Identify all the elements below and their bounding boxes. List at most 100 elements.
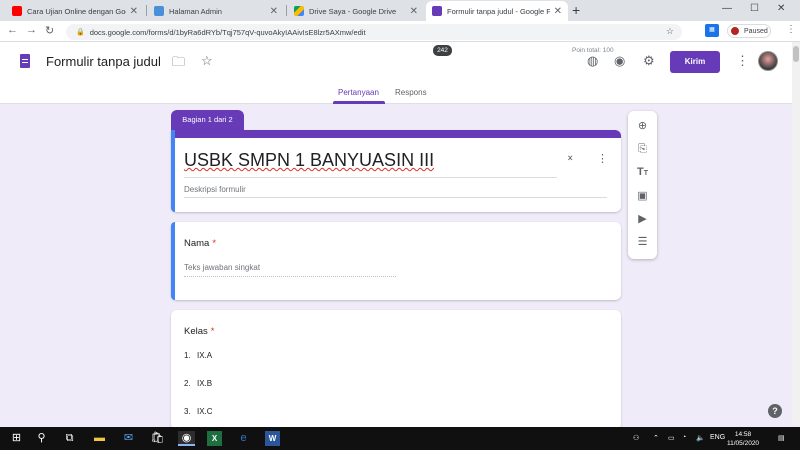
window-close-icon[interactable]: ✕ <box>777 3 785 14</box>
active-card-accent <box>171 130 175 212</box>
browser-tab-title: Formulir tanpa judul - Google Fo <box>447 6 550 16</box>
url-bar[interactable]: 🔒 docs.google.com/forms/d/1byRa6dRYb/Tqj… <box>66 24 682 40</box>
google-forms-icon <box>432 6 442 16</box>
clock-time: 14:58 <box>734 431 752 438</box>
more-options-icon[interactable]: ⋮ <box>597 152 608 165</box>
avatar[interactable] <box>758 51 778 71</box>
store-icon[interactable]: 🛍 <box>150 431 165 446</box>
active-card-accent <box>171 222 175 300</box>
volume-icon[interactable]: 🔈 <box>696 434 705 442</box>
add-video-icon[interactable]: ▶ <box>635 212 650 227</box>
answer-underline <box>184 276 396 277</box>
add-question-icon[interactable]: ⊕ <box>635 119 650 134</box>
scrollbar-thumb[interactable] <box>793 46 799 62</box>
browser-tab[interactable]: Halaman Admin ✕ <box>148 1 284 21</box>
close-icon[interactable]: ✕ <box>554 6 562 17</box>
list-item[interactable]: 1. IX.A <box>184 351 212 360</box>
divider <box>184 177 557 178</box>
forms-tabs: Pertanyaan Respons <box>0 84 800 104</box>
browser-tab-active[interactable]: Formulir tanpa judul - Google Fo ✕ <box>426 1 568 21</box>
help-icon[interactable]: ? <box>768 404 782 418</box>
more-options-icon[interactable]: ⋮ <box>736 53 749 69</box>
browser-menu-icon[interactable]: ⋮ <box>786 24 796 35</box>
doc-title[interactable]: Formulir tanpa judul <box>46 54 161 69</box>
notification-icon[interactable]: ▤ <box>778 434 785 442</box>
search-icon[interactable]: ⚲ <box>34 431 49 446</box>
bookmark-star-icon[interactable]: ☆ <box>666 26 674 37</box>
excel-icon[interactable]: X <box>207 431 222 446</box>
import-questions-icon[interactable]: ⎘ <box>635 142 650 157</box>
close-icon[interactable]: ✕ <box>410 6 418 17</box>
active-tab-indicator <box>333 101 385 104</box>
file-explorer-icon[interactable]: ▬ <box>92 431 107 446</box>
close-icon[interactable]: ✕ <box>270 6 278 17</box>
collapse-icon[interactable]: ⌄ ⌃ <box>566 151 574 168</box>
word-icon[interactable]: W <box>265 431 280 446</box>
system-clock[interactable]: 14:58 11/05/2020 <box>727 430 759 448</box>
lock-icon: 🔒 <box>76 29 85 36</box>
preview-eye-icon[interactable]: ◉ <box>614 53 625 69</box>
profile-button[interactable]: Paused <box>727 24 771 38</box>
task-view-icon[interactable]: ⧉ <box>62 431 77 446</box>
battery-icon[interactable]: ▭ <box>668 434 675 442</box>
windows-taskbar: ⊞ ⚲ ⧉ ▬ ✉ 🛍 ◉ X e W ⚇ ⌃ ▭ ◔ 🔈 ENG 14:58 … <box>0 427 800 450</box>
star-icon[interactable]: ☆ <box>201 53 213 69</box>
folder-icon[interactable]: 🗀 <box>172 53 185 75</box>
back-icon[interactable]: ← <box>7 24 18 36</box>
option-label: IX.A <box>197 351 213 360</box>
form-title[interactable]: USBK SMPN 1 BANYUASIN III <box>184 150 434 171</box>
network-icon[interactable]: ◔ <box>682 434 686 441</box>
question-title-text: Nama <box>184 238 210 249</box>
google-drive-icon <box>294 6 304 16</box>
browser-tab[interactable]: Cara Ujian Online dengan Googl ✕ <box>6 1 144 21</box>
browser-tab-title: Halaman Admin <box>169 6 222 16</box>
edge-icon[interactable]: e <box>236 431 251 446</box>
option-number: 2. <box>184 379 191 388</box>
question-title: Nama * <box>184 238 216 249</box>
profile-status: Paused <box>744 27 768 35</box>
list-item[interactable]: 2. IX.B <box>184 379 212 388</box>
new-tab-icon[interactable]: + <box>572 2 580 18</box>
required-mark: * <box>212 238 217 249</box>
reload-icon[interactable]: ↻ <box>45 24 54 37</box>
windows-start-icon[interactable]: ⊞ <box>9 431 24 446</box>
option-label: IX.C <box>197 407 213 416</box>
avatar <box>730 26 740 36</box>
language-indicator[interactable]: ENG <box>710 434 725 441</box>
mail-icon[interactable]: ✉ <box>121 431 136 446</box>
add-image-icon[interactable]: ▣ <box>635 189 650 204</box>
send-button[interactable]: Kirim <box>670 51 720 73</box>
admin-page-icon <box>154 6 164 16</box>
add-section-icon[interactable]: ☰ <box>635 235 650 250</box>
list-item[interactable]: 3. IX.C <box>184 407 213 416</box>
extension-icon[interactable]: ▦ <box>705 24 719 37</box>
chevron-up-icon[interactable]: ⌃ <box>653 434 659 442</box>
option-label: IX.B <box>197 379 213 388</box>
settings-gear-icon[interactable]: ⚙ <box>643 53 655 69</box>
points-total: Poin total: 100 <box>572 47 614 54</box>
tab-responses[interactable]: Respons <box>395 88 427 97</box>
question-card-class[interactable]: Kelas * 1. IX.A 2. IX.B 3. IX.C <box>171 310 621 430</box>
forms-header: Formulir tanpa judul 🗀 ☆ ◍ ◉ ⚙ Kirim ⋮ P… <box>0 42 800 104</box>
close-icon[interactable]: ✕ <box>130 6 138 17</box>
scrollbar[interactable] <box>792 42 800 425</box>
people-icon[interactable]: ⚇ <box>633 434 639 442</box>
forward-icon[interactable]: → <box>26 24 37 36</box>
google-forms-logo-icon[interactable] <box>20 54 30 68</box>
divider <box>184 197 607 198</box>
form-description[interactable]: Deskripsi formulir <box>184 185 246 194</box>
browser-tab-strip: Cara Ujian Online dengan Googl ✕ Halaman… <box>0 0 800 21</box>
maximize-icon[interactable]: ☐ <box>750 3 759 14</box>
required-mark: * <box>210 326 215 337</box>
question-card-name[interactable]: Nama * Teks jawaban singkat <box>171 222 621 300</box>
tab-questions[interactable]: Pertanyaan <box>338 88 379 97</box>
clock-date: 11/05/2020 <box>727 440 760 447</box>
minimize-icon[interactable]: — <box>722 3 732 14</box>
question-title: Kelas * <box>184 326 214 337</box>
add-title-icon[interactable]: TT <box>635 165 650 180</box>
palette-icon[interactable]: ◍ <box>587 53 598 69</box>
chrome-icon[interactable]: ◉ <box>178 431 195 446</box>
browser-tab[interactable]: Drive Saya - Google Drive ✕ <box>288 1 424 21</box>
browser-tab-title: Cara Ujian Online dengan Googl <box>27 6 126 16</box>
form-title-card[interactable]: USBK SMPN 1 BANYUASIN III ⌄ ⌃ ⋮ Deskripsi… <box>171 130 621 212</box>
